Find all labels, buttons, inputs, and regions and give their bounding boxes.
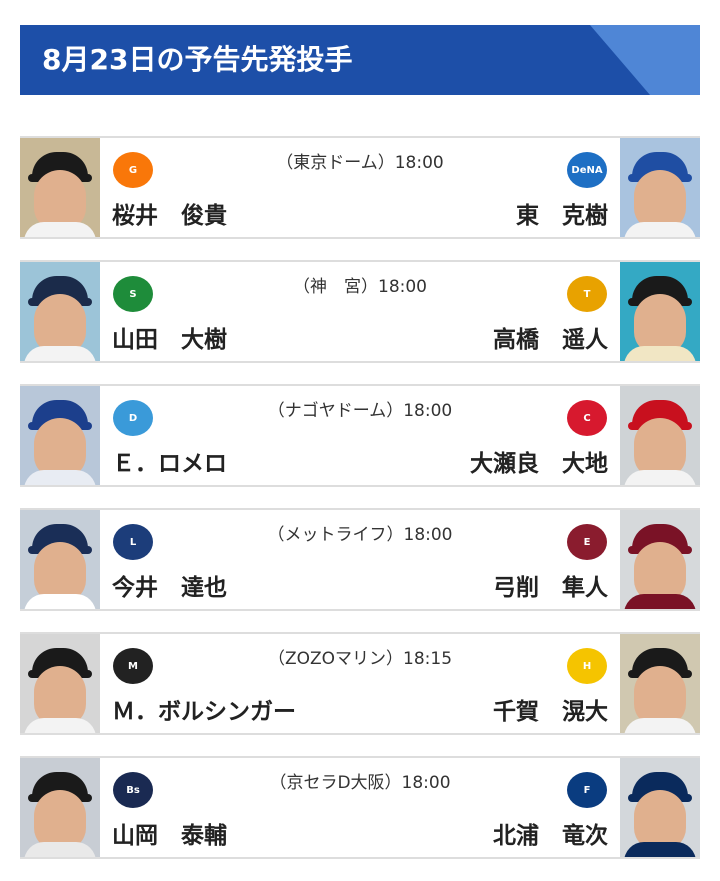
away-pitcher-photo bbox=[620, 758, 700, 857]
away-team-logo: E bbox=[567, 524, 607, 560]
away-pitcher-name[interactable]: 千賀 滉大 bbox=[493, 692, 608, 726]
away-pitcher-photo bbox=[620, 510, 700, 609]
home-pitcher-name[interactable]: 今井 達也 bbox=[112, 568, 227, 602]
away-pitcher-photo bbox=[620, 138, 700, 237]
header-accent bbox=[590, 25, 700, 95]
home-pitcher-name[interactable]: Ｅ．ロメロ bbox=[112, 444, 227, 478]
matchup-card[interactable]: Bs （京セラD大阪）18:00 山岡 泰輔 北浦 竜次 F bbox=[20, 756, 700, 859]
matchup-card[interactable]: L （メットライフ）18:00 今井 達也 弓削 隼人 E bbox=[20, 508, 700, 611]
away-pitcher-name[interactable]: 高橋 遥人 bbox=[493, 320, 608, 354]
away-team-logo: F bbox=[567, 772, 607, 808]
matchup-card[interactable]: G （東京ドーム）18:00 桜井 俊貴 東 克樹 DeNA bbox=[20, 136, 700, 239]
page-title: 8月23日の予告先発投手 bbox=[42, 43, 353, 76]
home-pitcher-name[interactable]: Ｍ．ボルシンガー bbox=[112, 692, 296, 726]
away-team-logo: H bbox=[567, 648, 607, 684]
matchup-card[interactable]: M （ZOZOマリン）18:15 Ｍ．ボルシンガー 千賀 滉大 H bbox=[20, 632, 700, 735]
matchup-card[interactable]: D （ナゴヤドーム）18:00 Ｅ．ロメロ 大瀬良 大地 C bbox=[20, 384, 700, 487]
away-pitcher-name[interactable]: 北浦 竜次 bbox=[493, 816, 608, 850]
away-pitcher-photo bbox=[620, 634, 700, 733]
away-team-logo: DeNA bbox=[567, 152, 607, 188]
away-team-logo: C bbox=[567, 400, 607, 436]
home-pitcher-name[interactable]: 桜井 俊貴 bbox=[112, 196, 227, 230]
away-pitcher-name[interactable]: 大瀬良 大地 bbox=[470, 444, 608, 478]
away-pitcher-photo bbox=[620, 386, 700, 485]
away-pitcher-photo bbox=[620, 262, 700, 361]
page-header: 8月23日の予告先発投手 bbox=[20, 25, 700, 95]
matchup-card[interactable]: S （神 宮）18:00 山田 大樹 高橋 遥人 T bbox=[20, 260, 700, 363]
away-team-logo: T bbox=[567, 276, 607, 312]
home-pitcher-name[interactable]: 山岡 泰輔 bbox=[112, 816, 227, 850]
home-pitcher-name[interactable]: 山田 大樹 bbox=[112, 320, 227, 354]
away-pitcher-name[interactable]: 東 克樹 bbox=[516, 196, 608, 230]
away-pitcher-name[interactable]: 弓削 隼人 bbox=[493, 568, 608, 602]
